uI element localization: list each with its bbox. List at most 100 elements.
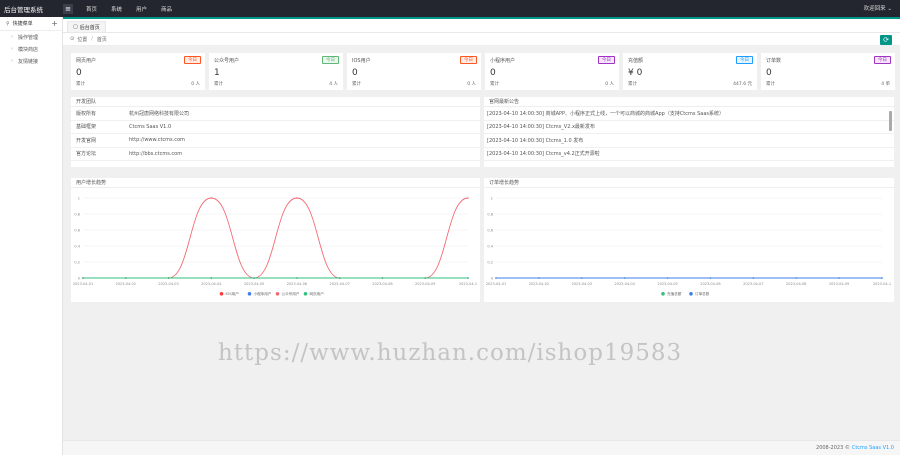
user-menu[interactable]: 欢迎回来 ⌄ [864, 4, 892, 12]
x-tick-label: 2023-04-02 [116, 282, 136, 286]
tab-label: 后台首页 [79, 24, 100, 31]
notice-item[interactable]: [2023-04-10 14:00:30] Ctcms_v4.2正式开源啦 [484, 148, 894, 161]
data-point [881, 277, 883, 279]
stat-card-foot-label: 累计 [76, 82, 85, 87]
stat-card-footer: 累计 0 人 [490, 81, 614, 87]
data-point [709, 277, 712, 279]
chevron-down-icon: ⌄ [887, 6, 892, 12]
data-point [167, 277, 170, 279]
hamburger-icon[interactable]: ≡ [63, 3, 73, 14]
x-tick-label: 2023-04-04 [201, 282, 222, 286]
stat-card-foot-label: 累计 [490, 82, 499, 87]
dev-info-title: 开发团队 [71, 97, 480, 107]
breadcrumb-current[interactable]: 首页 [97, 36, 107, 43]
data-point [838, 277, 840, 279]
data-point [752, 277, 755, 279]
x-tick-label: 2023-04-1 [873, 282, 891, 286]
sidebar: ⚲ 快捷菜单 + › 操作管理 › 模块商店 › 友情链接 [0, 17, 63, 455]
y-tick-label: 1 [491, 197, 493, 201]
notices-title: 官网最新公告 [484, 97, 894, 107]
y-tick-label: 0.2 [487, 261, 493, 265]
y-tick-label: 0.4 [487, 245, 493, 249]
data-point [296, 197, 298, 199]
y-tick-label: 0.6 [74, 229, 80, 233]
notice-item[interactable]: [2023-04-10 14:00:30] Ctcms_1.0 发布 [484, 134, 894, 148]
top-nav-products[interactable]: 商品 [154, 5, 179, 13]
stat-card-foot-label: 累计 [766, 82, 775, 87]
legend-marker [661, 292, 665, 296]
stat-card-title: 订单数 [766, 58, 782, 64]
x-tick-label: 2023-04-09 [829, 282, 849, 286]
stat-card: 订单数 今日 0 累计 4 单 [761, 53, 895, 90]
data-point [623, 277, 626, 279]
x-tick-label: 2023-04-08 [786, 282, 806, 286]
user-chart-panel: 用户增长趋势 1 0.8 0.6 0.4 0.2 0 2023-04-01 2023-04-0… [71, 178, 480, 302]
watermark-text: https://www.huzhan.com/ishop19583 [218, 340, 683, 366]
scrollbar[interactable] [889, 111, 892, 131]
data-point [82, 277, 84, 279]
stat-card-value: 0 [766, 68, 772, 78]
breadcrumb-separator: / [91, 36, 93, 42]
sidebar-header-label: 快捷菜单 [12, 21, 33, 27]
info-key: 基础框架 [76, 124, 97, 131]
stat-card-foot-label: 累计 [352, 82, 361, 87]
stat-card-value: 0 [490, 68, 496, 78]
stat-card-badge: 今日 [184, 56, 201, 64]
data-point [124, 277, 127, 279]
top-nav-users[interactable]: 用户 [129, 5, 154, 13]
legend-label: IOS用户 [226, 291, 240, 296]
data-point [467, 197, 469, 199]
legend-label: 小程序用户 [254, 291, 272, 296]
notice-item[interactable]: [2023-04-10 14:00:30] 商城APP、小程序正式上线，一个可以… [484, 107, 894, 121]
sidebar-item-links[interactable]: › 友情链接 [0, 55, 62, 67]
top-bar: 后台管理系统 ≡ 首页 系统 用户 商品 欢迎回来 ⌄ [0, 0, 900, 17]
stat-card-foot-value: 0 人 [191, 82, 200, 87]
app-title: 后台管理系统 [4, 5, 43, 14]
data-point [666, 277, 669, 279]
top-nav-system[interactable]: 系统 [104, 5, 129, 13]
x-tick-label: 2023-04-06 [700, 282, 720, 286]
stat-card-foot-value: 4 单 [881, 82, 890, 87]
sidebar-header[interactable]: ⚲ 快捷菜单 + [0, 17, 62, 31]
stat-card-badge: 今日 [736, 56, 753, 64]
footer-version-link[interactable]: Ctcms Saas V1.0 [852, 445, 894, 451]
stat-card-badge: 今日 [598, 56, 615, 64]
sidebar-item-operations[interactable]: › 操作管理 [0, 31, 62, 43]
legend-marker [275, 292, 280, 296]
y-tick-label: 1 [78, 197, 80, 201]
chevron-right-icon: › [11, 34, 13, 40]
stat-card: IOS用户 今日 0 累计 0 人 [347, 53, 481, 90]
sidebar-item-label: 友情链接 [18, 58, 39, 65]
data-point [381, 277, 384, 279]
order-chart-panel: 订单增长趋势 1 0.8 0.6 0.4 0.2 0 2023-04-01 2023-04-0… [484, 178, 894, 302]
sidebar-item-module-store[interactable]: › 模块商店 [0, 43, 62, 55]
refresh-button[interactable]: ⟳ [880, 35, 892, 45]
stat-card-foot-value: 447.6 元 [733, 82, 752, 87]
breadcrumb: ⊙ 位置 / 首页 ⟳ [63, 33, 900, 46]
tab-home[interactable]: ▢ 后台首页 [67, 21, 106, 33]
user-growth-chart: 1 0.8 0.6 0.4 0.2 02023-04-01 2023-04-02 2023-0… [73, 197, 477, 297]
notices-panel: 官网最新公告 [2023-04-10 14:00:30] 商城APP、小程序正式… [484, 97, 894, 167]
x-tick-label: 2023-04-03 [158, 282, 178, 286]
info-value[interactable]: http://www.ctcms.com [129, 137, 185, 143]
info-row: 版权所有 杭州冠唐网络科技有限公司 [71, 107, 480, 121]
user-chart-title: 用户增长趋势 [71, 178, 480, 188]
add-shortcut-button[interactable]: + [51, 19, 58, 28]
stat-card-title: 公众号用户 [214, 58, 240, 64]
info-key: 版权所有 [76, 110, 97, 117]
y-tick-label: 0 [491, 277, 493, 281]
y-tick-label: 0.8 [487, 213, 493, 217]
x-tick-label: 2023-04-02 [529, 282, 549, 286]
order-growth-chart: 1 0.8 0.6 0.4 0.2 02023-04-01 2023-04-02 2023-0… [486, 197, 891, 297]
x-tick-label: 2023-04-05 [657, 282, 677, 286]
stat-card-foot-value: 0 人 [605, 82, 614, 87]
stat-card-badge: 今日 [322, 56, 339, 64]
notice-item[interactable]: [2023-04-10 14:00:30] Ctcms_V2.x最新发布 [484, 121, 894, 134]
top-nav-home[interactable]: 首页 [79, 5, 104, 13]
info-value[interactable]: http://bbs.ctcms.com [129, 151, 182, 157]
y-tick-label: 0 [78, 277, 80, 281]
stat-card-foot-label: 累计 [214, 82, 223, 87]
stat-card-value: 1 [214, 68, 220, 78]
legend-marker [247, 292, 252, 296]
sidebar-item-label: 模块商店 [18, 46, 39, 53]
